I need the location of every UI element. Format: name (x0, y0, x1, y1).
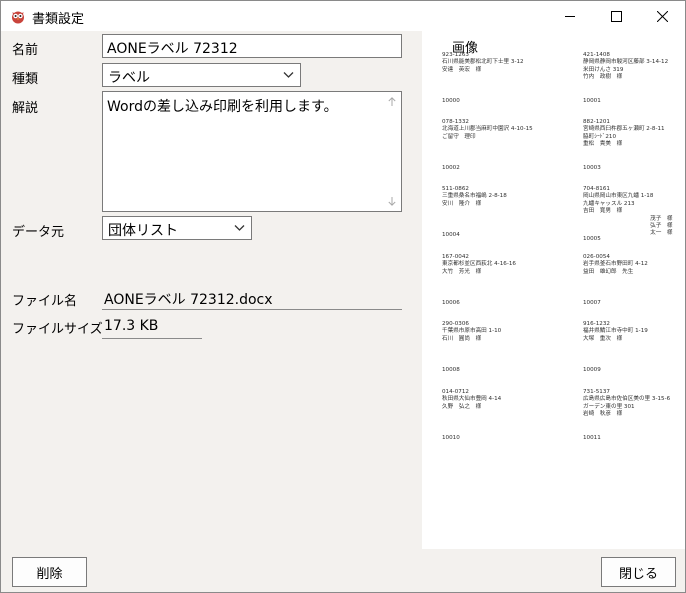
arrow-up-icon (387, 97, 396, 106)
preview-label-line: 安達 英宏 様 (442, 66, 482, 73)
preview-label-line: 千葉県市原市高田 1-10 (442, 328, 502, 335)
filename-label: ファイル名 (12, 294, 78, 309)
preview-label-code: 10011 (583, 435, 601, 441)
preview-label-line: 岩崎 秋彦 様 (583, 411, 623, 418)
maximize-icon (610, 10, 622, 22)
preview-label-address: 704-8161 岡山県岡山市東区九蟠 1-18 九蟠キャッスル 213 吉田 寛男 … (583, 186, 673, 238)
preview-label-address: 882-1201 宮崎県西臼杵郡五ヶ瀬町 2-8-11 脇町ｼｰﾄﾞ210 重松 貴美… (583, 119, 665, 149)
preview-label-address: 026-0054 岩手県釜石市野田町 4-12 益田 雄幻郎 先生 (583, 254, 648, 276)
document-settings-window: 書類設定 名前 AONEラベル 72312 種類 ラベル 解説 Wordの差し込… (0, 0, 686, 593)
preview-label-code: 10008 (442, 367, 460, 373)
preview-label-code: 10003 (583, 165, 601, 171)
preview-label-line: 安川 隆介 様 (442, 200, 482, 207)
description-textarea[interactable]: Wordの差し込み印刷を利用します。 (102, 91, 402, 212)
preview-label-code: 10002 (442, 165, 460, 171)
type-select[interactable]: ラベル (102, 63, 301, 87)
preview-label-line: 広島県広島市佐伯区美の里 3-15-6 (583, 396, 671, 403)
preview-label-code: 10004 (442, 232, 460, 238)
preview-label-line: 益田 雄幻郎 先生 (583, 268, 634, 275)
preview-label-code: 10007 (583, 300, 601, 306)
preview-label-line: 東京都杉並区西荻北 4-16-16 (442, 261, 516, 268)
preview-label-line: 大竹 芳光 様 (442, 268, 482, 275)
preview-label-code: 10010 (442, 435, 460, 441)
filesize-value: 17.3 KB (104, 318, 159, 334)
name-label: 名前 (12, 43, 39, 58)
chevron-down-icon (234, 225, 245, 231)
preview-label-address: 923-1263 石川県能美郡松北町下士里 3-12 安達 英宏 様 (442, 52, 524, 74)
preview-label-code: 10000 (442, 98, 460, 104)
chevron-down-icon (283, 72, 294, 78)
preview-label-line: 三重県桑名市福嶋 2-8-18 (442, 193, 507, 200)
delete-button[interactable]: 削除 (12, 557, 87, 587)
minimize-icon (564, 15, 575, 17)
close-icon (656, 10, 668, 22)
close-button[interactable]: 閉じる (601, 557, 676, 587)
preview-label-line: 宮崎県西臼杵郡五ヶ瀬町 2-8-11 (583, 126, 665, 133)
scroll-down-button[interactable] (383, 193, 400, 210)
window-title: 書類設定 (32, 12, 85, 27)
preview-label-address: 421-1408 静岡県静岡市駿河区藤部 3-14-12 米田けんさ 319 竹内 政… (583, 52, 668, 82)
preview-label-line: 吉田 寛男 様 (583, 208, 623, 215)
preview-label-address: 916-1232 福井県鯖江市寺中町 1-19 大塚 重次 様 (583, 321, 648, 343)
filesize-label: ファイルサイズ (12, 322, 103, 337)
datasource-label: データ元 (12, 225, 65, 240)
owl-app-icon (10, 8, 26, 24)
preview-label-code: 10001 (583, 98, 601, 104)
filename-value: AONEラベル 72312.docx (104, 292, 273, 308)
preview-label-line: 竹内 政樹 様 (583, 74, 623, 81)
preview-label-address: 014-0712 秋田県大仙市豊岡 4-14 久野 弘之 様 (442, 389, 501, 411)
preview-label-line: 岡山県岡山市東区九蟠 1-18 (583, 193, 654, 200)
description-scrollbar[interactable] (383, 93, 400, 210)
preview-label-address: 167-0042 東京都杉並区西荻北 4-16-16 大竹 芳光 様 (442, 254, 516, 276)
preview-label-line: 岩手県釜石市野田町 4-12 (583, 261, 648, 268)
close-window-button[interactable] (639, 1, 685, 31)
preview-label-address: 290-0306 千葉県市原市高田 1-10 石川 圓尚 様 (442, 321, 501, 343)
preview-label-line: 久野 弘之 様 (442, 403, 482, 410)
preview-label-address: 731-5137 広島県広島市佐伯区美の里 3-15-6 ガーデン東の里 301 岩崎… (583, 389, 670, 419)
preview-label-line: 大塚 重次 様 (583, 335, 623, 342)
preview-label-line: 静岡県静岡市駿河区藤部 3-14-12 (583, 59, 669, 66)
filesize-underline (102, 338, 202, 339)
preview-label-line: 重松 貴美 様 (583, 141, 623, 148)
preview-label-line: 福井県鯖江市寺中町 1-19 (583, 328, 648, 335)
preview-label-line: 石川 圓尚 様 (442, 335, 482, 342)
scroll-up-button[interactable] (383, 93, 400, 110)
description-text: Wordの差し込み印刷を利用します。 (107, 99, 338, 115)
datasource-select[interactable]: 団体リスト (102, 216, 252, 240)
preview-label-code: 10009 (583, 367, 601, 373)
preview-label-line: 石川県能美郡松北町下士里 3-12 (442, 59, 524, 66)
maximize-button[interactable] (593, 1, 639, 31)
preview-label-line: 秋田県大仙市豊岡 4-14 (442, 396, 502, 403)
preview-label-line: 北海道上川郡当麻町中園沢 4-10-15 (442, 126, 533, 133)
type-select-value: ラベル (108, 70, 150, 86)
description-label: 解説 (12, 101, 39, 116)
filename-underline (102, 309, 402, 310)
preview-label-code: 10006 (442, 300, 460, 306)
minimize-button[interactable] (547, 1, 593, 31)
preview-panel: 画像 923-1263 石川県能美郡松北町下士里 3-12 安達 英宏 様 10000… (422, 31, 685, 549)
preview-label-address: 078-1332 北海道上川郡当麻町中園沢 4-10-15 ご留守 理印 (442, 119, 533, 141)
preview-label-line: ご留守 理印 (442, 133, 476, 140)
preview-label-line: 茂子 様 (583, 215, 673, 222)
preview-label-code: 10005 (583, 236, 601, 242)
datasource-select-value: 団体リスト (108, 223, 178, 239)
title-bar: 書類設定 (1, 1, 685, 31)
name-input[interactable]: AONEラベル 72312 (102, 34, 402, 58)
arrow-down-icon (387, 197, 396, 206)
type-label: 種類 (12, 72, 39, 87)
preview-label-address: 511-0862 三重県桑名市福嶋 2-8-18 安川 隆介 様 (442, 186, 507, 208)
